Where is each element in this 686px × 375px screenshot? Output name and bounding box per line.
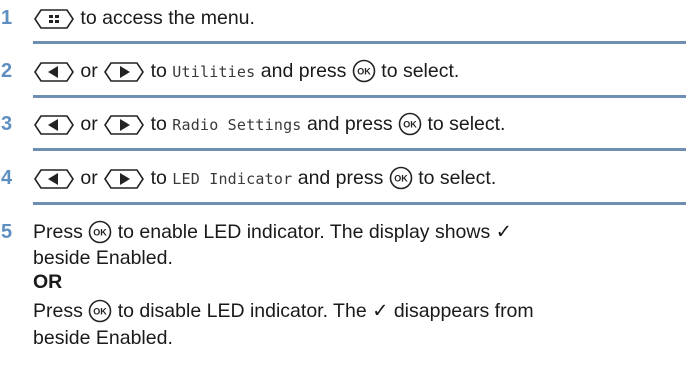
ok-label: OK (94, 228, 108, 238)
right-arrow-button-icon (103, 61, 145, 83)
step-number: 1 (1, 7, 13, 29)
right-arrow-button-icon (103, 114, 145, 136)
right-arrow-button-icon (103, 168, 145, 190)
left-arrow-button-icon (33, 168, 75, 190)
select-text: to select. (427, 113, 506, 135)
ok-button-icon: OK (389, 166, 413, 190)
divider (33, 148, 686, 151)
ok-button-icon: OK (88, 299, 112, 323)
to-text: to (150, 167, 167, 189)
step-1-text: to access the menu. (80, 7, 255, 29)
step-number: 5 (1, 221, 13, 243)
menu-item-name: Radio Settings (172, 116, 302, 134)
or-text: or (80, 60, 98, 82)
ok-label: OK (357, 67, 371, 77)
step-text-line-5: beside Enabled. (33, 327, 173, 349)
or-text: or (80, 167, 98, 189)
menu-item-name: LED Indicator (172, 170, 293, 188)
press-text: Press (33, 221, 83, 243)
ok-button-icon: OK (88, 220, 112, 244)
step-text: to access the menu. (33, 5, 255, 31)
to-text: to (150, 113, 167, 135)
left-arrow-button-icon (33, 61, 75, 83)
ok-label: OK (403, 120, 417, 130)
or-label: OR (33, 271, 63, 293)
step-number: 4 (1, 167, 13, 189)
step-number: 3 (1, 113, 13, 135)
divider (33, 95, 686, 98)
select-text: to select. (381, 60, 460, 82)
step-text: or to LED Indicator and press OK to sele… (33, 165, 496, 192)
to-text: to (150, 60, 167, 82)
ok-button-icon: OK (398, 112, 422, 136)
menu-button-icon (33, 8, 75, 30)
select-text: to select. (418, 167, 497, 189)
ok-label: OK (94, 307, 108, 317)
press-text: and press (260, 60, 347, 82)
step-number: 2 (1, 60, 13, 82)
step-text-line-2: beside Enabled. (33, 247, 173, 269)
press-text: Press (33, 300, 83, 322)
enable-text: to enable LED indicator. The display sho… (117, 221, 512, 243)
divider (33, 41, 686, 44)
step-text: or to Utilities and press OK to select. (33, 58, 459, 85)
ok-button-icon: OK (352, 59, 376, 83)
menu-item-name: Utilities (172, 63, 256, 81)
disable-text: to disable LED indicator. The ✓ disappea… (117, 300, 534, 322)
press-text: and press (306, 113, 393, 135)
divider (33, 202, 686, 205)
or-text: or (80, 113, 98, 135)
step-text: or to Radio Settings and press OK to sel… (33, 111, 505, 138)
step-text-line-4: Press OK to disable LED indicator. The ✓… (33, 298, 534, 324)
press-text: and press (297, 167, 384, 189)
left-arrow-button-icon (33, 114, 75, 136)
step-text-line-1: Press OK to enable LED indicator. The di… (33, 219, 512, 245)
ok-label: OK (394, 174, 408, 184)
